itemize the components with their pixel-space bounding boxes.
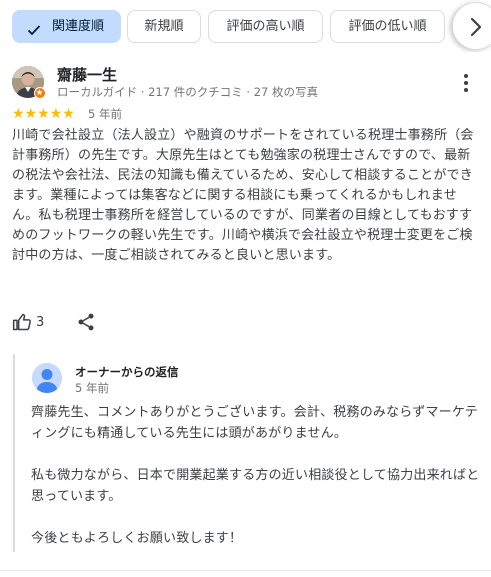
review-date: 5 年前 [88,107,122,121]
reviewer-name[interactable]: 齋藤一生 [57,64,117,85]
owner-avatar [32,363,62,393]
reviewer-meta[interactable]: ローカルガイド · 217 件のクチコミ · 27 枚の写真 [57,84,318,100]
sort-chip-relevance[interactable]: 関連度順 [12,10,121,43]
sort-chip-highest[interactable]: 評価の高い順 [208,10,323,43]
like-button[interactable]: 3 [12,312,52,334]
owner-reply-title: オーナーからの返信 [75,365,179,379]
divider [0,570,491,571]
star-rating: ★★★★★ [12,106,75,122]
share-button[interactable] [76,312,98,334]
review-text: 川崎で会社設立（法人設立）や融資のサポートをされている税理士事務所（会計事務所）… [12,128,474,263]
chevron-right-icon [470,17,482,37]
thumb-up-icon [12,313,31,331]
sort-chip-label: 評価の低い順 [348,19,427,34]
owner-reply-date: 5 年前 [75,381,109,395]
sort-chip-lowest[interactable]: 評価の低い順 [330,10,445,43]
share-icon [78,313,94,331]
reviews-panel: 関連度順 新規順 評価の高い順 評価の低い順 齋藤一生 ローカルガイド · 21… [0,0,491,577]
scroll-next-button[interactable] [452,2,491,50]
check-icon [26,19,42,50]
sort-chip-label: 新規順 [144,19,184,34]
owner-reply-text: 齊藤先生、コメントありがとうございます。会計、税務のみならずマーケティングにも精… [31,405,480,546]
reply-divider [13,354,15,552]
sort-chip-bar: 関連度順 新規順 評価の高い順 評価の低い順 [0,0,491,52]
sort-chip-label: 関連度順 [52,19,105,34]
sort-chip-newest[interactable]: 新規順 [127,10,201,43]
more-vert-icon[interactable] [456,72,476,94]
sort-chip-label: 評価の高い順 [226,19,305,34]
like-count: 3 [36,315,45,330]
local-guide-badge [34,87,46,99]
